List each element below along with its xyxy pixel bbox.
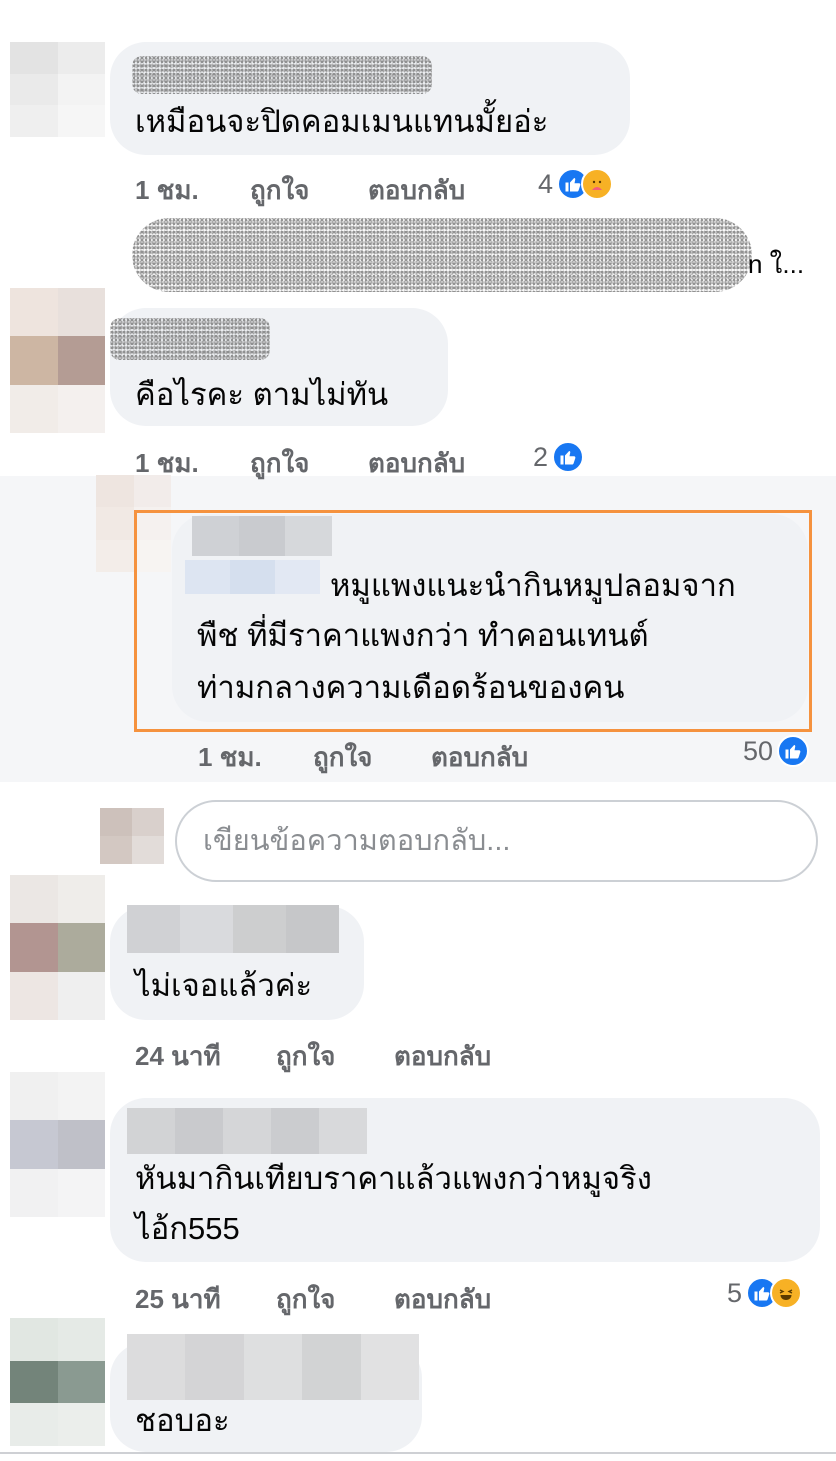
comment-actions: 1 ชม. ถูกใจ ตอบกลับ — [135, 170, 465, 211]
reply-link[interactable]: ตอบกลับ — [394, 1036, 491, 1077]
avatar[interactable] — [10, 1318, 105, 1446]
reaction-summary[interactable]: 50 — [743, 735, 810, 767]
comment-text: ชอบอะ — [135, 1403, 230, 1438]
reply-link[interactable]: ตอบกลับ — [394, 1279, 491, 1320]
reaction-count: 4 — [538, 168, 554, 199]
blurred-author-name[interactable] — [132, 56, 432, 94]
avatar[interactable] — [10, 42, 105, 137]
blurred-author-name[interactable] — [127, 1108, 367, 1154]
reaction-count: 2 — [533, 441, 549, 472]
reaction-count: 50 — [743, 735, 774, 766]
avatar[interactable] — [10, 875, 105, 1020]
blurred-author-name[interactable] — [127, 1334, 420, 1400]
comment-time[interactable]: 24 นาที — [135, 1036, 276, 1077]
reply-link[interactable]: ตอบกลับ — [368, 170, 465, 211]
reaction-summary[interactable]: 4 — [538, 168, 614, 200]
reaction-count: 5 — [727, 1277, 743, 1308]
comment-text-line: หันมากินเทียบราคาแล้วแพงกว่าหมูจริง — [135, 1161, 652, 1196]
like-link[interactable]: ถูกใจ — [276, 1279, 394, 1320]
reply-text-field[interactable] — [177, 802, 816, 880]
care-icon — [581, 168, 614, 200]
like-link[interactable]: ถูกใจ — [250, 170, 368, 211]
comment-text: คือไรคะ ตามไม่ทัน — [135, 377, 389, 412]
comment-time[interactable]: 1 ชม. — [198, 737, 313, 778]
like-link[interactable]: ถูกใจ — [276, 1036, 394, 1077]
comment-actions: 1 ชม. ถูกใจ ตอบกลับ — [198, 737, 528, 778]
blurred-author-name[interactable] — [110, 318, 270, 360]
reply-input[interactable] — [175, 800, 818, 882]
comment-actions: 24 นาที ถูกใจ ตอบกลับ — [135, 1036, 491, 1077]
reaction-summary[interactable]: 2 — [533, 441, 585, 473]
like-link[interactable]: ถูกใจ — [250, 443, 368, 484]
comment-text: ไม่เจอแล้วค่ะ — [135, 968, 313, 1003]
avatar[interactable] — [10, 1072, 105, 1217]
divider — [0, 1452, 836, 1454]
reply-link[interactable]: ตอบกลับ — [368, 443, 465, 484]
reply-link[interactable]: ตอบกลับ — [431, 737, 528, 778]
blurred-author-name[interactable] — [127, 905, 339, 953]
comment-text-line: ไอ้ก555 — [135, 1211, 240, 1246]
like-link[interactable]: ถูกใจ — [313, 737, 431, 778]
nested-reply-preview-text[interactable]: n ใ... — [748, 244, 804, 285]
comment-text: เหมือนจะปิดคอมเมนแทนมั้ยอ่ะ — [135, 104, 549, 139]
like-icon — [552, 441, 585, 473]
nested-reply-preview-blurred[interactable] — [132, 218, 752, 292]
like-icon — [777, 735, 810, 767]
highlight-box — [134, 510, 812, 732]
comment-time[interactable]: 25 นาที — [135, 1279, 276, 1320]
comment-actions: 1 ชม. ถูกใจ ตอบกลับ — [135, 443, 465, 484]
haha-icon — [770, 1277, 803, 1309]
comment-actions: 25 นาที ถูกใจ ตอบกลับ — [135, 1279, 491, 1320]
current-user-avatar — [100, 808, 164, 864]
reaction-summary[interactable]: 5 — [727, 1277, 803, 1309]
comment-time[interactable]: 1 ชม. — [135, 170, 250, 211]
avatar[interactable] — [10, 288, 105, 433]
